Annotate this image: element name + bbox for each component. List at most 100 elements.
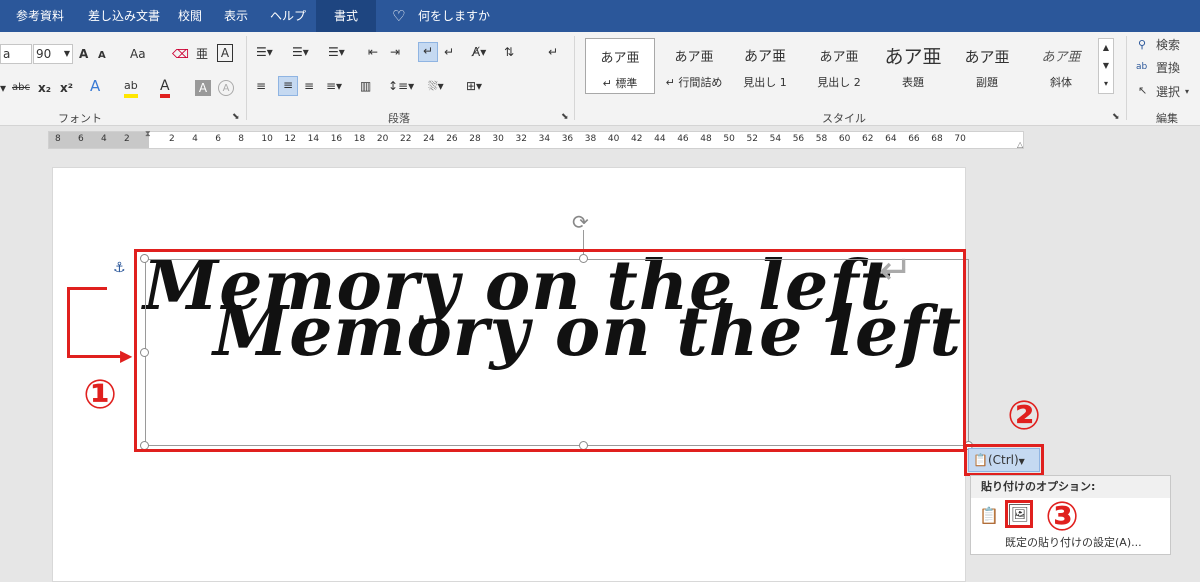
tab-references[interactable]: 参考資料 [16, 0, 64, 32]
tab-mailings[interactable]: 差し込み文書 [88, 0, 160, 32]
superscript-button[interactable]: x² [60, 80, 73, 96]
align-right-button[interactable]: ≡ [304, 78, 314, 94]
right-indent-marker-icon[interactable]: △ [1017, 140, 1023, 149]
clear-format-icon[interactable]: ⌫ [172, 46, 189, 62]
ruler-margin [49, 132, 149, 148]
underline-dropdown[interactable]: ▾ [0, 80, 6, 96]
style-heading1[interactable]: あア亜 見出し 1 [730, 38, 800, 94]
style-name: 副題 [976, 76, 998, 89]
ruler-tick: 28 [469, 134, 481, 144]
tab-view[interactable]: 表示 [224, 0, 248, 32]
style-subtitle[interactable]: あア亜 副題 [952, 38, 1022, 94]
divider [574, 36, 575, 120]
style-heading2[interactable]: あア亜 見出し 2 [804, 38, 874, 94]
keep-source-format-icon[interactable]: 📋 [979, 506, 999, 525]
cursor-icon: ↖ [1138, 84, 1148, 97]
ruler-tick: 46 [677, 134, 689, 144]
select-button[interactable]: 選択 [1156, 85, 1180, 99]
chevron-down-icon: ▼ [1018, 457, 1025, 466]
line-spacing-button[interactable]: ↕≡▾ [388, 78, 414, 94]
paste-ctrl-label: (Ctrl) [987, 453, 1019, 467]
tell-me-box[interactable]: 何をしますか [418, 0, 490, 32]
shrink-font-button[interactable]: A [98, 48, 106, 64]
borders-button[interactable]: ⊞▾ [466, 78, 482, 94]
scroll-down-icon[interactable]: ▼ [1103, 61, 1109, 70]
paragraph-dialog-launcher-icon[interactable]: ⬊ [561, 110, 569, 124]
style-name: 見出し 2 [817, 76, 861, 89]
marker-one-text: ① [83, 372, 117, 418]
ruler-tick: 8 [238, 134, 245, 144]
ruler-tick: 26 [446, 134, 458, 144]
style-title[interactable]: あア亜 表題 [878, 38, 948, 94]
strikethrough-button[interactable]: abc [12, 80, 30, 96]
subscript-button[interactable]: x₂ [38, 80, 51, 96]
tab-review[interactable]: 校閲 [178, 0, 202, 32]
divider [246, 36, 247, 120]
grow-font-button[interactable]: A [79, 46, 88, 62]
char-shading-button[interactable]: A [195, 80, 211, 96]
tab-format[interactable]: 書式 [316, 0, 376, 32]
asian-layout-button[interactable]: A̸▾ [472, 44, 486, 60]
paste-options-button[interactable]: 📋(Ctrl)▼ [968, 448, 1040, 472]
text-direction-button[interactable]: ↵ [418, 42, 438, 62]
styles-scroll[interactable]: ▲ ▼ ▾ [1098, 38, 1114, 94]
ruler-tick: 4 [192, 134, 198, 144]
ltr-button[interactable]: ↵ [444, 44, 454, 60]
styles-dialog-launcher-icon[interactable]: ⬊ [1112, 110, 1120, 124]
increase-indent-button[interactable]: ⇥ [390, 44, 400, 60]
style-no-spacing[interactable]: あア亜 ↵ 行間詰め [659, 38, 729, 94]
horizontal-ruler[interactable]: 8 6 4 2 ⧗ 2 4 6 8 10 12 14 16 18 20 22 24 26 28 30 32 34… [48, 129, 1024, 149]
paste-picture-highlight [1005, 500, 1033, 528]
change-case-button[interactable]: Aa [130, 46, 146, 62]
indent-marker-icon[interactable]: ⧗ [145, 129, 151, 139]
justify-button[interactable]: ≡▾ [326, 78, 342, 94]
replace-button[interactable]: 置換 [1156, 61, 1180, 75]
paragraph-group-label: 段落 [388, 112, 410, 125]
align-left-button[interactable]: ≡ [256, 78, 266, 94]
ruler-tick: 52 [746, 134, 758, 144]
font-size-dropdown[interactable]: 90 ▼ [33, 44, 73, 64]
scroll-up-icon[interactable]: ▲ [1103, 43, 1109, 52]
style-sample: あア亜 [964, 48, 1010, 66]
numbering-button[interactable]: ☰▾ [292, 44, 309, 60]
divider [1126, 36, 1127, 120]
ruler-tick: 6 [215, 134, 221, 144]
rotate-handle-icon[interactable]: ⟳ [572, 210, 589, 234]
tab-help[interactable]: ヘルプ [270, 0, 306, 32]
ruler-tick: 56 [792, 134, 805, 144]
ruler-tick: 64 [885, 134, 897, 144]
marker-two: ② [1004, 396, 1044, 436]
shading-button[interactable]: ⛆▾ [428, 78, 444, 94]
enclose-char-button[interactable]: A [218, 80, 234, 96]
marker-one: ① [80, 375, 120, 415]
more-icon[interactable]: ▾ [1104, 79, 1108, 88]
style-emphasis[interactable]: あア亜 斜体 [1026, 38, 1096, 94]
marker-two-text: ② [1007, 393, 1041, 439]
style-normal[interactable]: あア亜 ↵ 標準 [585, 38, 655, 94]
phonetic-guide-icon[interactable]: 亜 [196, 46, 208, 62]
distributed-button[interactable]: ▥ [360, 78, 371, 94]
ruler-tick: 70 [954, 134, 966, 144]
show-marks-button[interactable]: ↵ [548, 44, 558, 60]
font-name-dropdown[interactable]: a [0, 44, 32, 64]
font-color-button[interactable]: A [160, 78, 170, 98]
ruler-tick: 4 [101, 134, 107, 144]
highlight-button[interactable]: ab [124, 78, 138, 98]
find-button[interactable]: 検索 [1156, 38, 1180, 52]
decrease-indent-button[interactable]: ⇤ [368, 44, 378, 60]
font-dialog-launcher-icon[interactable]: ⬊ [232, 110, 240, 124]
ruler-tick: 34 [538, 134, 551, 144]
ruler-tick: 66 [908, 134, 920, 144]
ruler-tick: 24 [423, 134, 435, 144]
multilevel-list-button[interactable]: ☰▾ [328, 44, 345, 60]
align-center-button[interactable]: ≡ [278, 76, 298, 96]
char-border-icon[interactable]: A [217, 44, 233, 62]
ruler-tick: 48 [700, 134, 712, 144]
font-group-label: フォント [58, 112, 102, 125]
ruler-tick: 20 [376, 134, 389, 144]
ruler-tick: 30 [492, 134, 504, 144]
sort-button[interactable]: ⇅ [504, 44, 514, 60]
text-effects-button[interactable]: A [90, 78, 100, 94]
bullets-button[interactable]: ☰▾ [256, 44, 273, 60]
ruler-tick: 58 [815, 134, 828, 144]
